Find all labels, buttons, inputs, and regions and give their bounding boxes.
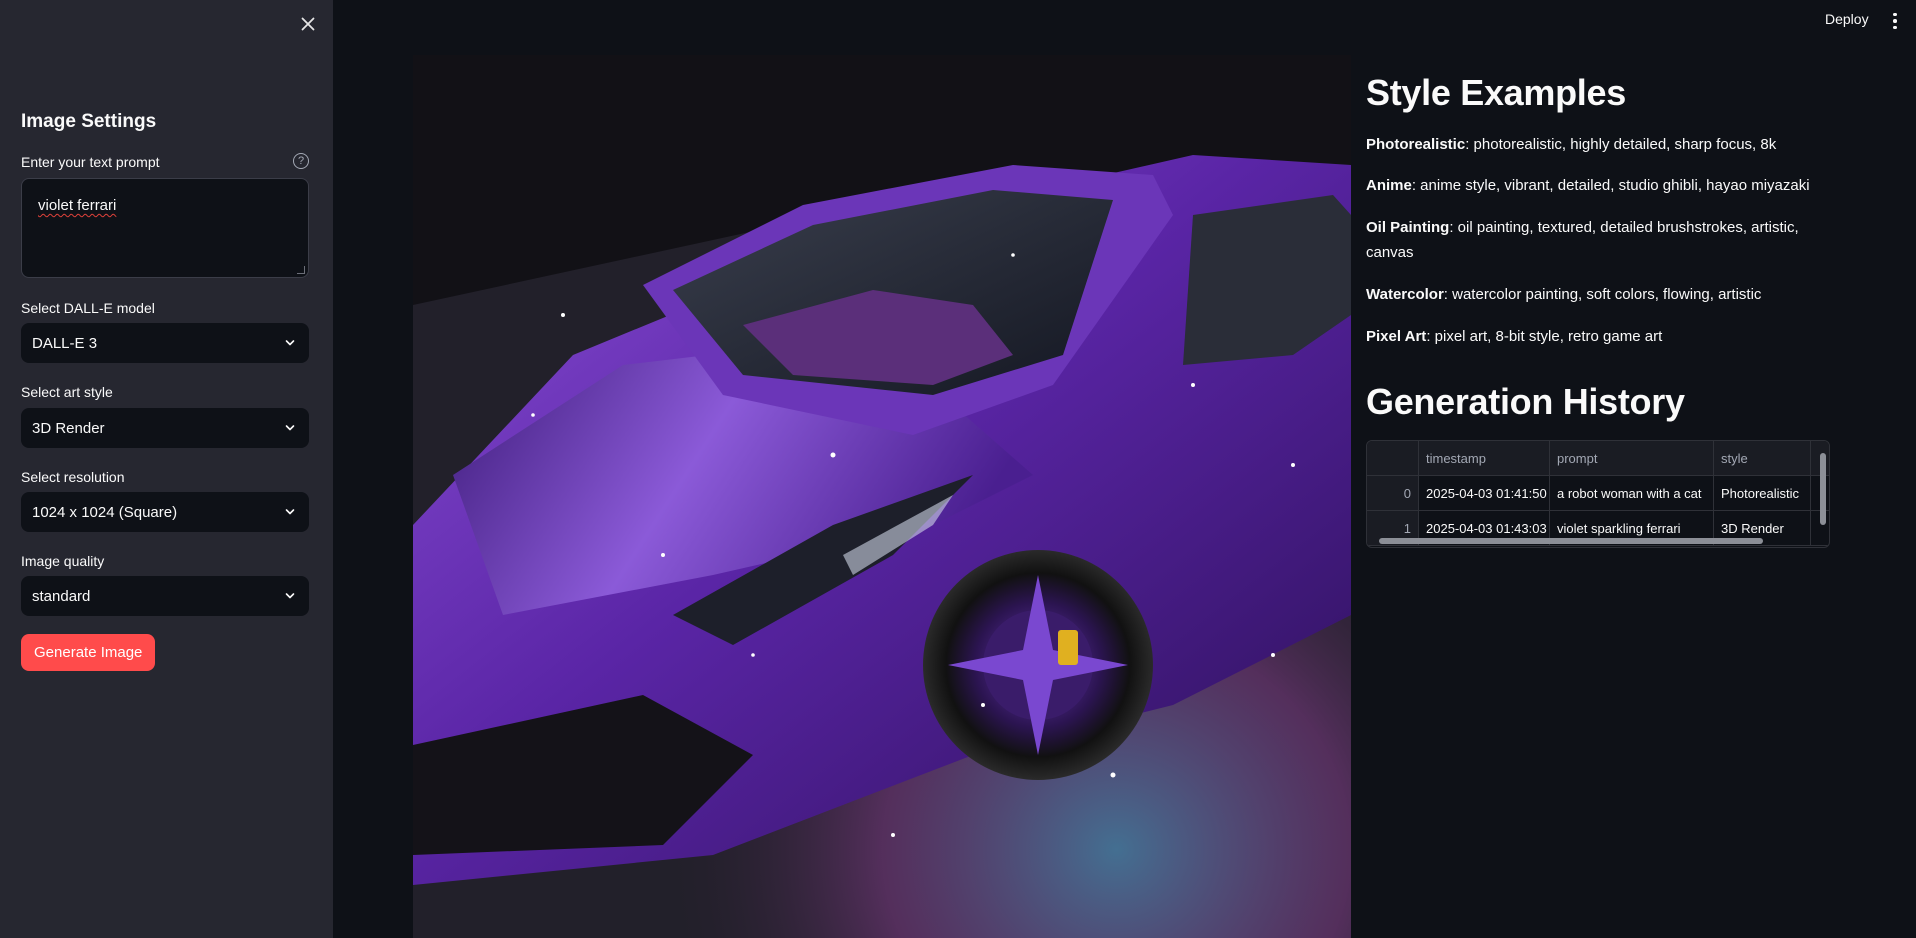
resolution-label: Select resolution	[21, 469, 125, 485]
prompt-textarea[interactable]: violet ferrari	[21, 178, 309, 278]
style-name: Watercolor	[1366, 286, 1444, 303]
table-row[interactable]: 0 2025-04-03 01:41:50 a robot woman with…	[1367, 476, 1829, 511]
prompt-value: violet ferrari	[38, 197, 117, 214]
quality-select[interactable]: standard	[21, 576, 309, 616]
style-desc: : photorealistic, highly detailed, sharp…	[1465, 136, 1777, 153]
table-header-row: timestamp prompt style	[1367, 441, 1829, 476]
prompt-cell[interactable]: a robot woman with a cat	[1550, 476, 1714, 511]
style-examples-heading: Style Examples	[1366, 72, 1626, 113]
style-desc: : anime style, vibrant, detailed, studio…	[1411, 177, 1810, 194]
style-example-photorealistic: Photorealistic: photorealistic, highly d…	[1366, 132, 1826, 157]
style-example-anime: Anime: anime style, vibrant, detailed, s…	[1366, 173, 1826, 198]
deploy-button[interactable]: Deploy	[1825, 11, 1869, 27]
resolution-select[interactable]: 1024 x 1024 (Square)	[21, 492, 309, 532]
style-header[interactable]: style	[1714, 441, 1811, 476]
art-style-select[interactable]: 3D Render	[21, 408, 309, 448]
style-name: Photorealistic	[1366, 136, 1466, 153]
style-name: Oil Painting	[1366, 219, 1450, 236]
art-style-label: Select art style	[21, 384, 113, 400]
vertical-dots-icon[interactable]	[1888, 10, 1902, 32]
art-style-select-value: 3D Render	[32, 419, 105, 437]
model-label: Select DALL-E model	[21, 300, 155, 316]
style-desc: : watercolor painting, soft colors, flow…	[1443, 286, 1762, 303]
chevron-down-icon	[285, 593, 295, 599]
chevron-down-icon	[285, 509, 295, 515]
horizontal-scroll-thumb[interactable]	[1379, 538, 1763, 544]
index-header	[1367, 441, 1419, 476]
horizontal-scrollbar[interactable]	[1371, 537, 1819, 545]
generation-history-heading: Generation History	[1366, 381, 1685, 422]
sidebar-title: Image Settings	[21, 111, 157, 132]
style-name: Pixel Art	[1366, 328, 1427, 345]
style-example-oil-painting: Oil Painting: oil painting, textured, de…	[1366, 215, 1826, 265]
quality-select-value: standard	[32, 587, 91, 605]
timestamp-cell[interactable]: 2025-04-03 01:41:50	[1419, 476, 1550, 511]
prompt-header[interactable]: prompt	[1550, 441, 1714, 476]
chevron-down-icon	[285, 425, 295, 431]
sidebar: Image Settings Enter your text prompt ? …	[0, 0, 333, 938]
quality-label: Image quality	[21, 553, 105, 569]
history-table[interactable]: timestamp prompt style 0 2025-04-03 01:4…	[1366, 440, 1830, 548]
model-select[interactable]: DALL-E 3	[21, 323, 309, 363]
style-example-pixel-art: Pixel Art: pixel art, 8-bit style, retro…	[1366, 324, 1826, 349]
model-select-value: DALL-E 3	[32, 334, 98, 352]
row-index: 0	[1367, 476, 1419, 511]
resolution-select-value: 1024 x 1024 (Square)	[32, 503, 178, 521]
prompt-label: Enter your text prompt	[21, 154, 160, 170]
style-example-watercolor: Watercolor: watercolor painting, soft co…	[1366, 282, 1826, 307]
style-cell[interactable]: Photorealistic	[1714, 476, 1811, 511]
chevron-down-icon	[285, 340, 295, 346]
generated-image	[413, 55, 1351, 938]
style-desc: : pixel art, 8-bit style, retro game art	[1426, 328, 1663, 345]
vertical-scrollbar[interactable]	[1820, 445, 1827, 531]
close-icon	[301, 17, 315, 31]
generate-image-button[interactable]: Generate Image	[21, 634, 156, 671]
vertical-scroll-thumb[interactable]	[1820, 453, 1826, 525]
resize-handle-icon[interactable]	[297, 266, 305, 274]
style-name: Anime	[1366, 177, 1412, 194]
close-sidebar-button[interactable]	[296, 12, 320, 36]
question-circle-icon[interactable]: ?	[293, 153, 309, 169]
timestamp-header[interactable]: timestamp	[1419, 441, 1550, 476]
